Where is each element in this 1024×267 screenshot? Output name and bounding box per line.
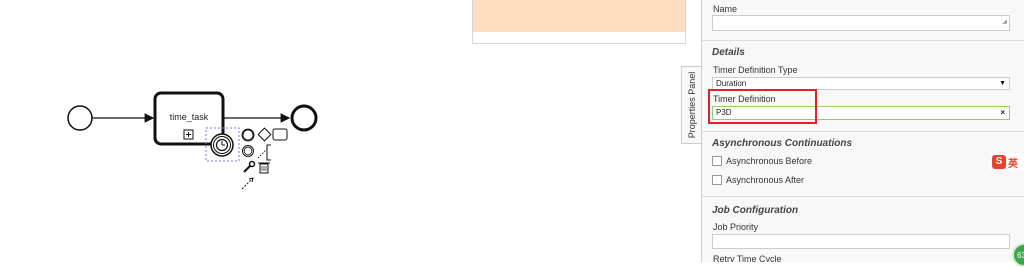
timer-definition-type-value: Duration [716, 79, 747, 88]
retry-time-cycle-label: Retry Time Cycle [713, 254, 782, 262]
end-event[interactable] [290, 104, 318, 132]
wrench-icon[interactable] [243, 160, 256, 173]
properties-panel-tab-label: Properties Panel [686, 71, 697, 139]
job-priority-field[interactable] [712, 234, 1010, 249]
async-after-label: Asynchronous After [726, 175, 805, 185]
timer-definition-type-label: Timer Definition Type [713, 65, 798, 75]
properties-panel: Name ◢ Details Timer Definition Type Dur… [701, 0, 1024, 262]
name-label: Name [713, 4, 738, 14]
async-before-checkbox[interactable] [712, 156, 722, 166]
async-after-row[interactable]: Asynchronous After [712, 175, 804, 185]
text-annotation-tool-icon[interactable] [266, 144, 271, 161]
job-priority-label: Job Priority [713, 222, 759, 232]
async-before-label: Asynchronous Before [726, 156, 813, 166]
task-label: time_task [169, 112, 209, 122]
trash-icon[interactable] [258, 162, 270, 174]
details-section-title: Details [712, 47, 745, 58]
divider [702, 131, 1024, 132]
name-field[interactable]: ◢ [712, 15, 1010, 31]
floating-badge[interactable]: 63 [1012, 243, 1024, 267]
properties-panel-toggle[interactable]: Properties Panel [681, 66, 701, 144]
end-event-tool-icon[interactable] [241, 128, 255, 142]
ime-indicator[interactable]: S 英 [990, 153, 1024, 171]
clear-icon[interactable]: × [1000, 107, 1005, 119]
ime-language-label: 英 [1008, 158, 1018, 170]
async-section-title: Asynchronous Continuations [712, 138, 852, 149]
bpmn-diagram [67, 91, 318, 190]
divider [702, 40, 1024, 41]
chevron-down-icon: ▼ [999, 80, 1006, 87]
divider [702, 196, 1024, 197]
start-event[interactable] [67, 105, 93, 131]
async-before-row[interactable]: Asynchronous Before [712, 156, 812, 166]
highlight-annotation [708, 89, 817, 124]
async-after-checkbox[interactable] [712, 175, 722, 185]
diagram-canvas[interactable]: time_task [0, 0, 700, 262]
sogou-logo-icon: S [992, 155, 1006, 169]
job-config-section-title: Job Configuration [712, 205, 799, 216]
task-tool-icon[interactable] [272, 128, 288, 141]
gateway-tool-icon[interactable] [257, 127, 272, 142]
connect-tool-icon[interactable] [241, 177, 254, 190]
